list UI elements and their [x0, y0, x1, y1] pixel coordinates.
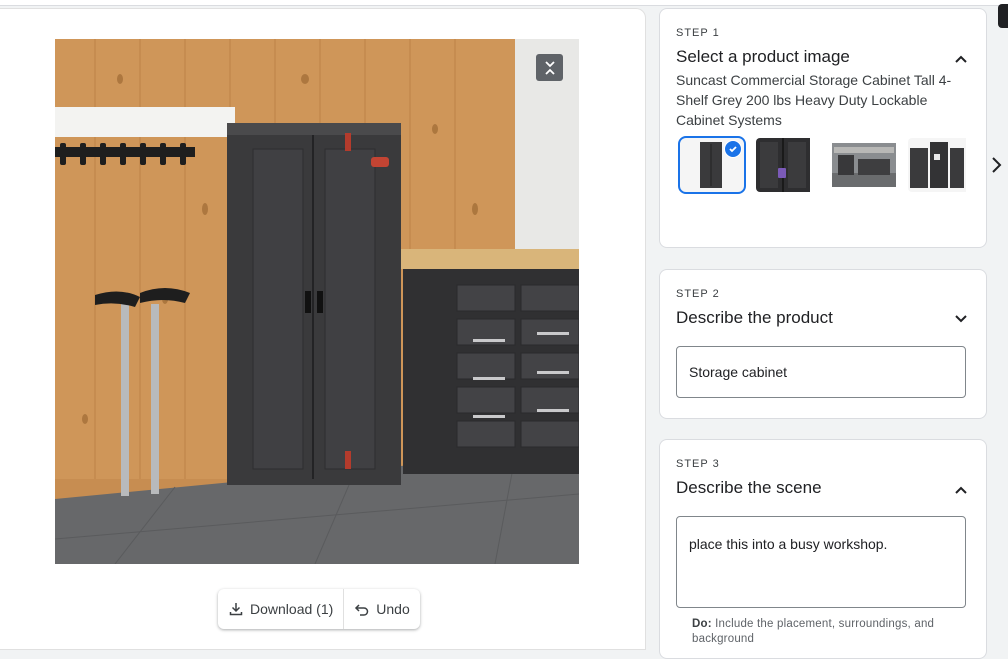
hint-text: Include the placement, surroundings, and… — [692, 618, 935, 645]
corner-menu-button[interactable] — [998, 4, 1008, 28]
step2-title: Describe the product — [676, 308, 833, 327]
step2-label: STEP 2 — [676, 288, 720, 300]
product-description-input[interactable]: Storage cabinet — [676, 346, 966, 398]
scene-hint: Do: Include the placement, surroundings,… — [692, 617, 962, 647]
cabinet-with-lock-thumbnail[interactable] — [756, 138, 820, 192]
step3-label: STEP 3 — [676, 458, 720, 470]
image-actions: Download (1) Undo — [218, 589, 420, 629]
tall-cabinet-thumbnail[interactable] — [678, 136, 746, 194]
chevron-up-icon[interactable] — [954, 52, 968, 66]
step3-title: Describe the scene — [676, 478, 822, 497]
step2-card: STEP 2 Describe the product Storage cabi… — [659, 269, 987, 419]
collapse-arrows-icon[interactable] — [536, 54, 563, 81]
thumbnail-strip — [678, 136, 1006, 194]
product-name: Suncast Commercial Storage Cabinet Tall … — [676, 72, 952, 128]
workshop-scene-thumbnail[interactable] — [832, 138, 896, 192]
chevron-right-icon[interactable] — [986, 155, 1006, 175]
undo-label: Undo — [376, 601, 410, 617]
chevron-down-icon[interactable] — [954, 312, 968, 326]
workshop-cabinet-image — [55, 39, 579, 564]
scene-description-textarea[interactable]: place this into a busy workshop. — [676, 516, 966, 608]
chevron-up-icon[interactable] — [954, 483, 968, 497]
download-button[interactable]: Download (1) — [218, 589, 343, 629]
generated-image — [55, 39, 579, 564]
undo-button[interactable]: Undo — [343, 589, 419, 629]
download-icon — [229, 603, 243, 616]
step1-title: Select a product image — [676, 47, 850, 66]
hint-prefix: Do: — [692, 618, 712, 630]
download-label: Download (1) — [250, 601, 334, 617]
canvas-panel: Download (1) Undo — [0, 8, 646, 650]
step1-card: STEP 1 Select a product image Suncast Co… — [659, 8, 1002, 248]
undo-icon — [355, 604, 369, 616]
step3-card: STEP 3 Describe the scene place this int… — [659, 439, 987, 659]
step1-label: STEP 1 — [676, 27, 720, 39]
top-bar — [0, 0, 1008, 6]
cabinet-set-thumbnail[interactable] — [908, 138, 972, 192]
check-icon — [724, 140, 742, 158]
